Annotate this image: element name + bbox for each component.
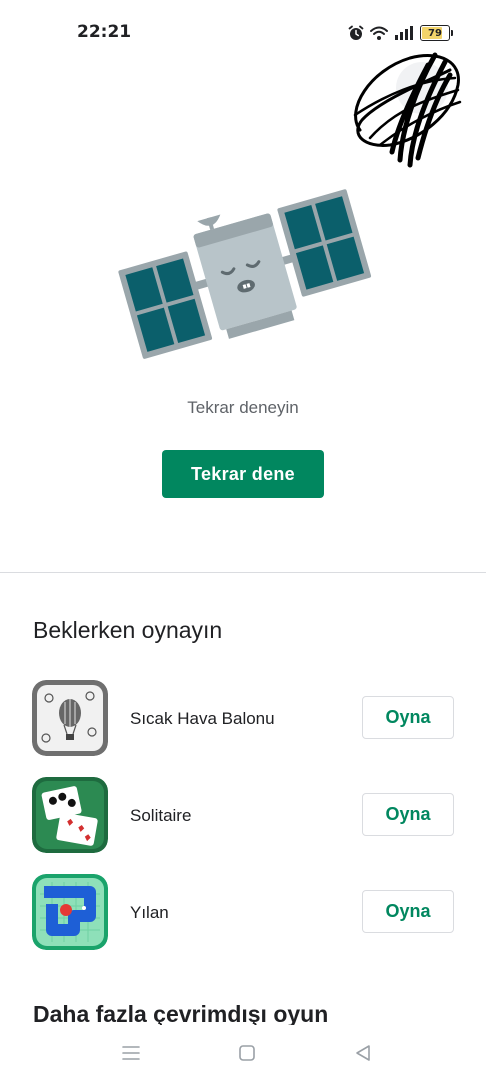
game-item-solitaire: Solitaire Oyna bbox=[0, 774, 486, 871]
sleeping-satellite-illustration bbox=[118, 189, 372, 359]
section-divider bbox=[0, 572, 486, 573]
solitaire-cards-icon[interactable] bbox=[32, 777, 108, 853]
game-item-hot-air-balloon: Sıcak Hava Balonu Oyna bbox=[0, 677, 486, 774]
home-icon[interactable] bbox=[235, 1041, 259, 1065]
retry-button[interactable]: Tekrar dene bbox=[162, 450, 324, 498]
alarm-icon bbox=[348, 25, 364, 40]
more-games-section-title: Daha fazla çevrimdışı oyun bbox=[33, 1003, 329, 1025]
play-button-solitaire[interactable]: Oyna bbox=[362, 793, 454, 836]
navigation-bar bbox=[0, 1025, 486, 1080]
game-name: Sıcak Hava Balonu bbox=[130, 709, 275, 728]
play-button-hot-air-balloon[interactable]: Oyna bbox=[362, 696, 454, 739]
hot-air-balloon-icon[interactable] bbox=[32, 680, 108, 756]
signal-icon bbox=[395, 26, 413, 40]
error-message: Tekrar deneyin bbox=[187, 398, 299, 417]
wifi-icon bbox=[370, 26, 388, 40]
game-list: Sıcak Hava Balonu Oyna Solitaire Oyna Yı… bbox=[0, 677, 486, 968]
snake-game-icon[interactable] bbox=[32, 874, 108, 950]
game-name: Solitaire bbox=[130, 806, 192, 825]
game-name: Yılan bbox=[130, 903, 169, 922]
game-item-snake: Yılan Oyna bbox=[0, 871, 486, 968]
back-icon[interactable] bbox=[351, 1041, 375, 1065]
battery-icon: 79 bbox=[420, 25, 453, 41]
games-section-title: Beklerken oynayın bbox=[33, 617, 223, 643]
status-time: 22:21 bbox=[77, 22, 132, 42]
battery-percentage: 79 bbox=[428, 27, 442, 39]
play-button-snake[interactable]: Oyna bbox=[362, 890, 454, 933]
menu-icon[interactable] bbox=[119, 1041, 143, 1065]
scribble-overlay bbox=[353, 52, 462, 168]
